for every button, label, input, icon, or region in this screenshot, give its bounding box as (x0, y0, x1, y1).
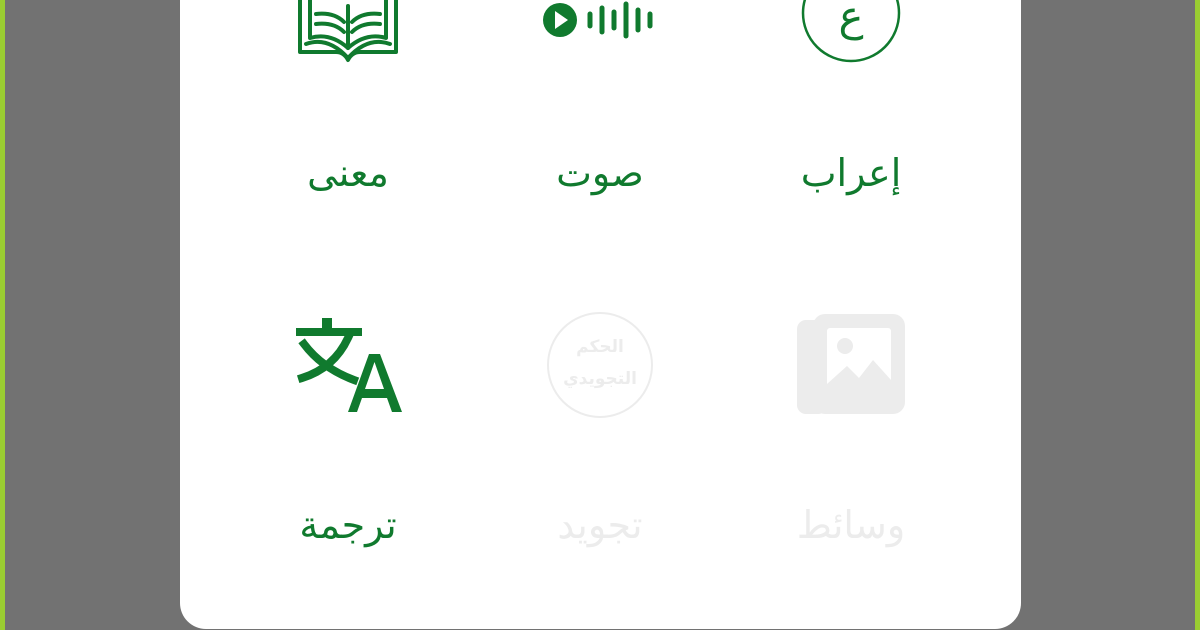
audio-waveform-icon (542, 0, 658, 54)
irab-letter: ع (838, 0, 863, 40)
backdrop-edge-left (0, 0, 5, 630)
tajweed-rules-icon: الحكم التجويدي (545, 310, 655, 424)
media-gallery-icon (795, 314, 907, 422)
translate-icon (292, 316, 404, 420)
option-translate-label: ترجمة (299, 503, 397, 547)
option-audio-label: صوت (556, 151, 644, 195)
option-meaning-label: معنى (307, 151, 389, 195)
option-irab[interactable]: ع إعراب (731, 0, 971, 270)
svg-text:التجويدي: التجويدي (563, 369, 637, 389)
backdrop-edge-right (1195, 0, 1200, 630)
option-translate[interactable]: ترجمة (228, 280, 468, 580)
option-media[interactable]: وسائط (731, 280, 971, 580)
option-media-label: وسائط (796, 503, 906, 547)
option-tajweed[interactable]: الحكم التجويدي تجويد (480, 280, 720, 580)
arabic-letter-circle-icon: ع (798, 0, 904, 70)
option-audio[interactable]: صوت (480, 0, 720, 270)
option-tajweed-label: تجويد (557, 503, 643, 547)
book-icon (292, 0, 404, 70)
option-irab-label: إعراب (800, 151, 902, 195)
option-meaning[interactable]: معنى (228, 0, 468, 270)
svg-text:الحكم: الحكم (576, 337, 624, 357)
